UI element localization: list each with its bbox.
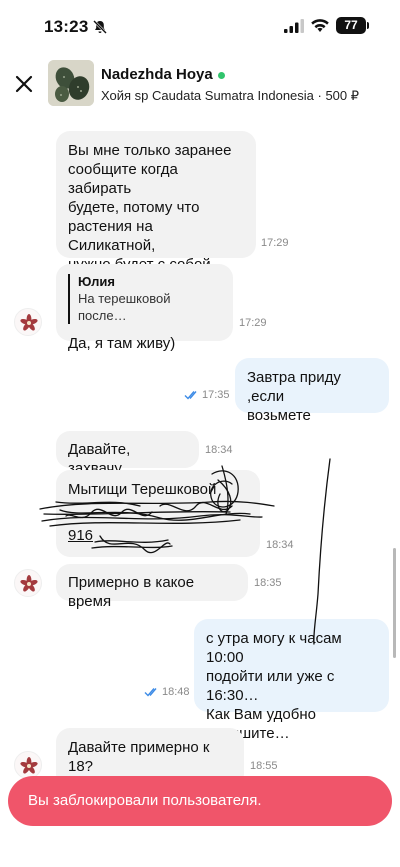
chat-header: Nadezhda Hoya Хойя sp Caudata Sumatra In… (0, 54, 400, 114)
status-time: 13:23 (44, 17, 89, 36)
signal-icon (284, 19, 304, 33)
contact-avatar[interactable] (14, 751, 42, 779)
blocked-user-toast[interactable]: Вы заблокировали пользователя. (8, 776, 392, 826)
message-bubble-incoming[interactable]: Юлия На терешковой после… Да, я там живу… (56, 264, 233, 352)
message-text: с утра могу к часам 10:00 подойти или уж… (206, 630, 342, 742)
close-icon[interactable] (12, 72, 36, 96)
listing-title[interactable]: Хойя sp Caudata Sumatra Indonesia · 500 … (101, 88, 359, 104)
message-bubble-outgoing[interactable]: Завтра приду ,если возьмете (235, 358, 389, 424)
double-check-icon (144, 688, 157, 697)
online-status-dot (218, 72, 225, 79)
scrollbar[interactable] (393, 548, 396, 658)
message-bubble-outgoing[interactable]: с утра могу к часам 10:00 подойти или уж… (194, 619, 389, 742)
contact-name[interactable]: Nadezhda Hoya (101, 66, 213, 83)
message-time: 18:35 (254, 577, 282, 589)
message-time-text: 18:48 (162, 686, 190, 698)
battery-tip (367, 22, 369, 29)
message-bubble-incoming[interactable]: Примерно в какое время (56, 564, 248, 610)
message-time-text: 17:35 (202, 389, 230, 401)
status-bar: 13:23 77 (0, 0, 400, 54)
reply-author: Юлия (78, 274, 115, 289)
battery-icon: 77 (336, 17, 366, 34)
message-time: 17:35 (184, 389, 230, 401)
message-time: 17:29 (261, 237, 289, 249)
message-text: Да, я там живу) (68, 335, 176, 352)
double-check-icon (184, 391, 197, 400)
message-time: 18:48 (144, 686, 190, 698)
message-text: Завтра приду ,если возьмете (247, 369, 341, 424)
bell-muted-icon (93, 20, 107, 34)
message-bubble-incoming[interactable]: Вы мне только заранее сообщите когда заб… (56, 131, 256, 292)
message-bubble-incoming[interactable]: Давайте, захвачу (56, 431, 199, 477)
flower-logo-icon (20, 314, 38, 331)
plant-leaves-image (48, 60, 94, 106)
message-list[interactable]: Вы мне только заранее сообщите когда заб… (0, 114, 400, 867)
message-bubble-incoming[interactable]: Мытищи Терешковой 916 (56, 470, 260, 557)
message-text-line: Мытищи Терешковой (68, 481, 217, 498)
message-time: 17:29 (239, 317, 267, 329)
listing-thumbnail[interactable] (48, 60, 94, 106)
message-time: 18:55 (250, 760, 278, 772)
quoted-reply[interactable]: Юлия На терешковой после… (68, 274, 221, 324)
wifi-icon (311, 19, 329, 32)
message-text: Примерно в какое время (68, 574, 195, 610)
flower-logo-icon (20, 575, 38, 592)
contact-avatar[interactable] (14, 308, 42, 336)
toast-text: Вы заблокировали пользователя. (28, 792, 262, 809)
message-time: 18:34 (205, 444, 233, 456)
reply-preview: На терешковой после… (78, 291, 171, 323)
message-text-line: 916 (68, 527, 94, 544)
message-time: 18:34 (266, 539, 294, 551)
contact-avatar[interactable] (14, 569, 42, 597)
